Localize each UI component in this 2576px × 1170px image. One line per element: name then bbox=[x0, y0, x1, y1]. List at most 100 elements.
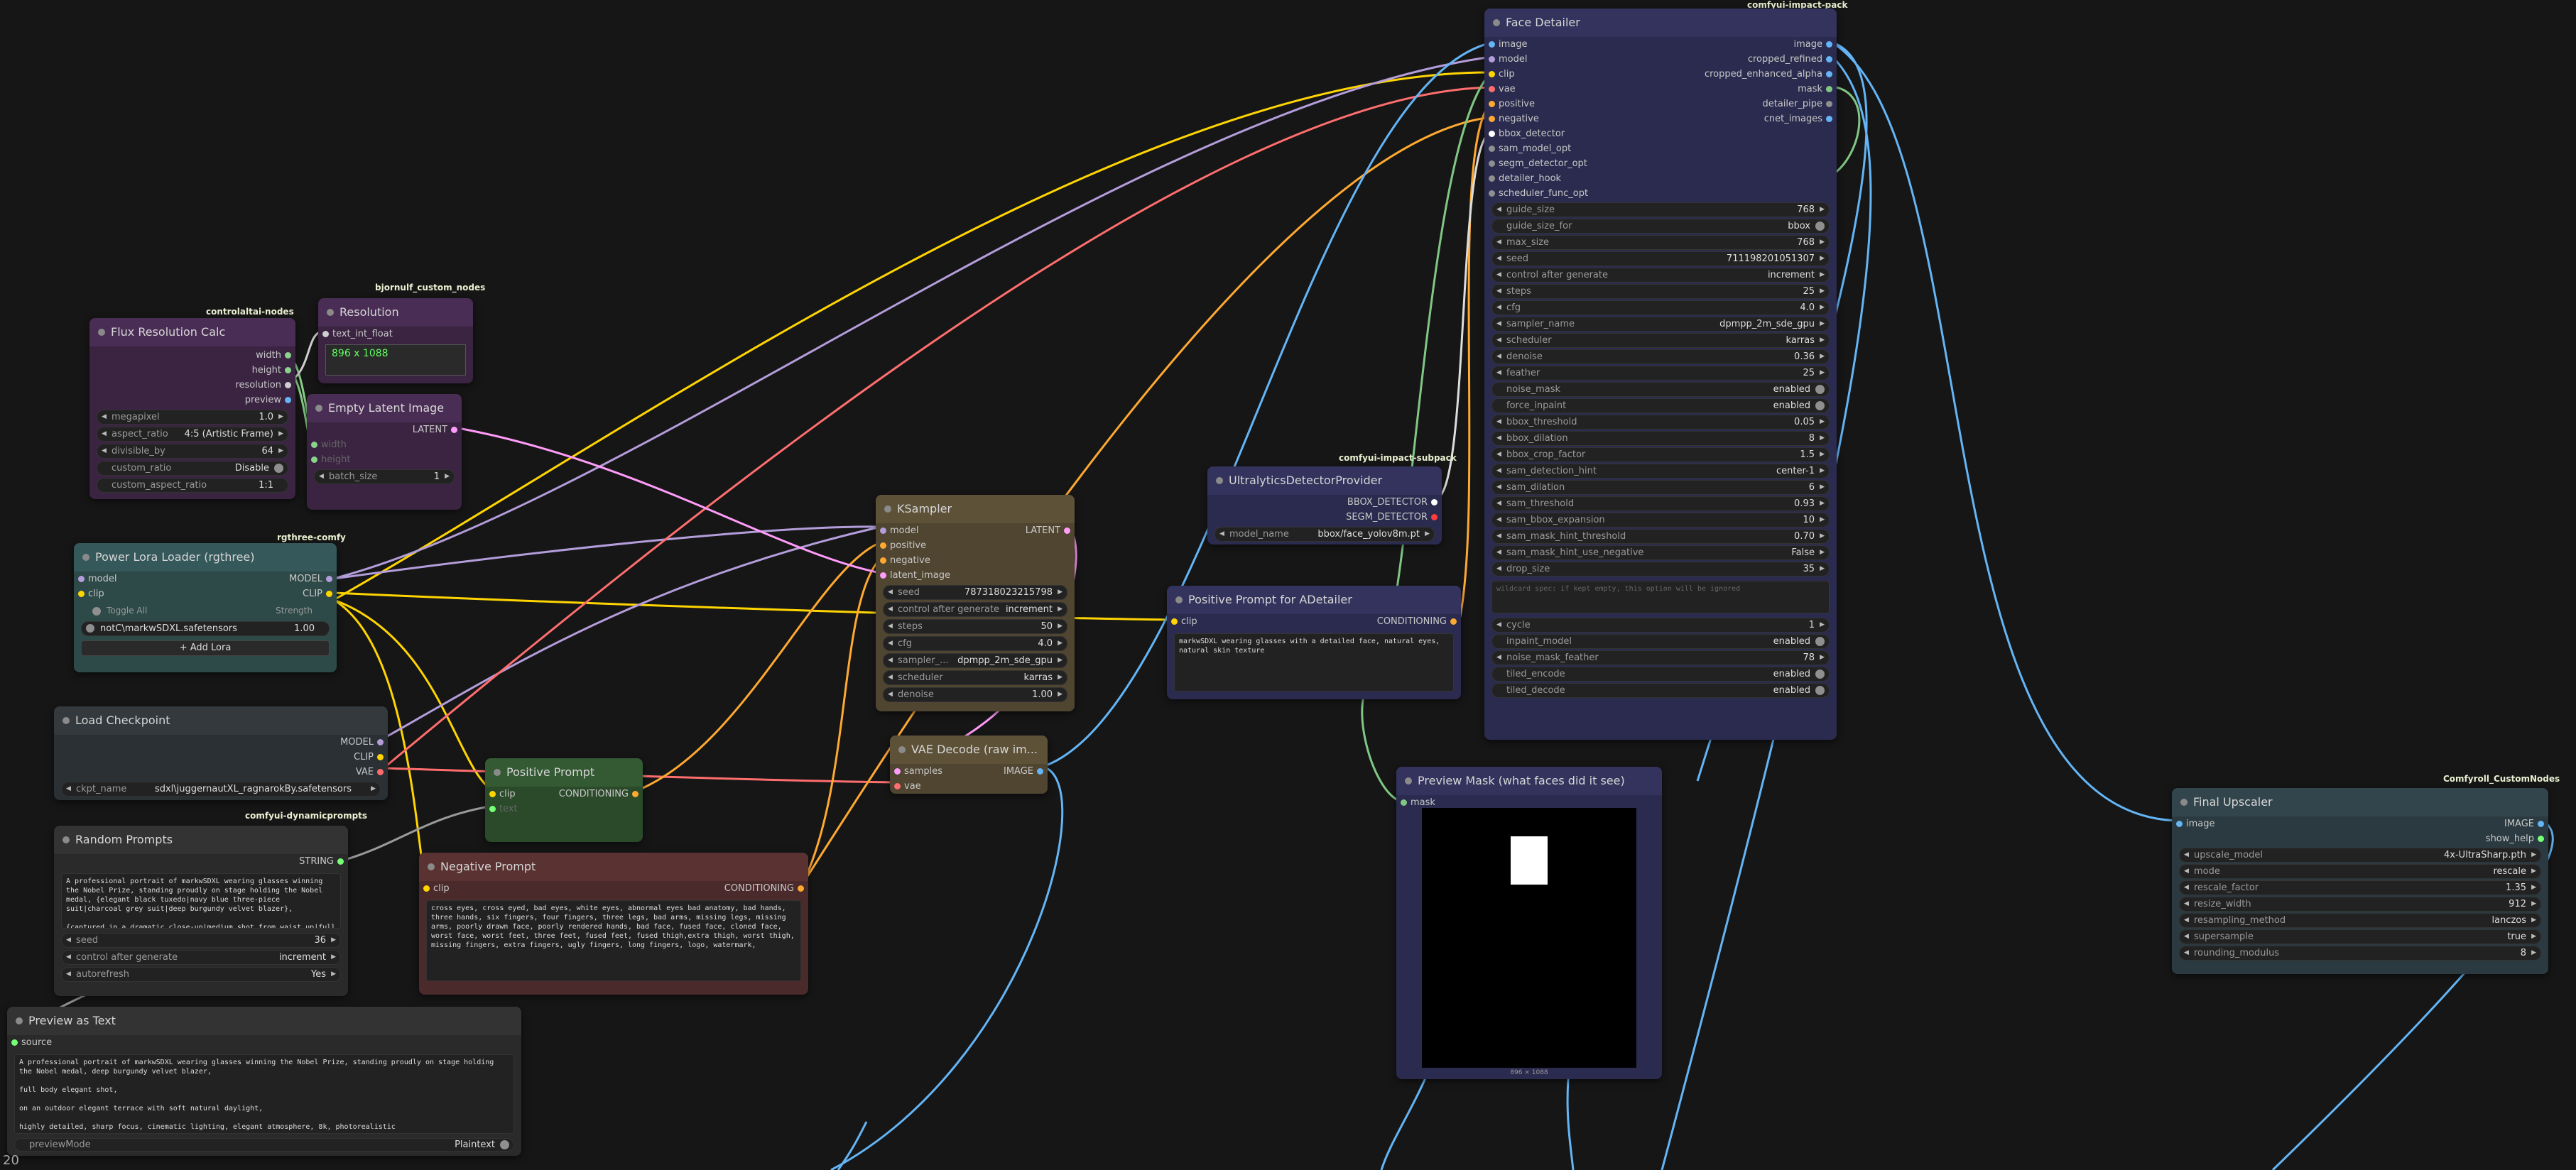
input-width[interactable]: width bbox=[311, 437, 347, 452]
collapse-dot[interactable] bbox=[1405, 777, 1412, 784]
widget-rounding-modulus[interactable]: rounding_modulus 8 bbox=[2179, 946, 2541, 961]
widget-denoise[interactable]: denoise 0.36 bbox=[1491, 349, 1830, 364]
output-vae[interactable]: VAE bbox=[356, 765, 384, 780]
widget-aspect-ratio[interactable]: aspect_ratio4:5 (Artistic Frame) bbox=[97, 427, 288, 442]
collapse-dot[interactable] bbox=[898, 746, 906, 753]
collapse-dot[interactable] bbox=[63, 717, 70, 724]
widget-resampling-method[interactable]: resampling_method lanczos bbox=[2179, 913, 2541, 928]
negative-prompt-text[interactable]: cross eyes, cross eyed, bad eyes, white … bbox=[426, 900, 801, 981]
output-bbox-detector[interactable]: BBOX_DETECTOR bbox=[1347, 495, 1438, 510]
adetailer-prompt-text[interactable]: markwSDXL wearing glasses with a detaile… bbox=[1174, 633, 1454, 691]
input-latent-image[interactable]: latent_image bbox=[879, 568, 950, 583]
output-show-help[interactable]: show_help bbox=[2486, 831, 2545, 846]
input-model[interactable]: model bbox=[879, 523, 918, 538]
toggle-knob[interactable] bbox=[1815, 637, 1825, 646]
node-title[interactable]: Positive Prompt bbox=[485, 758, 643, 787]
input-segm-detector-opt[interactable]: segm_detector_opt bbox=[1489, 156, 1587, 171]
final-upscaler-node[interactable]: Final Upscaler image IMAGE show_help upsc… bbox=[2172, 788, 2548, 974]
widget-megapixel[interactable]: megapixel1.0 bbox=[97, 410, 288, 425]
widget-sam-mask-hint-use-negative[interactable]: sam_mask_hint_use_negative False bbox=[1491, 545, 1830, 560]
node-title[interactable]: Face Detailer bbox=[1484, 9, 1837, 37]
toggle-knob[interactable] bbox=[274, 464, 283, 473]
widget-inpaint-model[interactable]: inpaint_model enabled bbox=[1491, 634, 1830, 649]
widget-steps[interactable]: steps50 bbox=[883, 619, 1067, 634]
input-source[interactable]: source bbox=[11, 1035, 52, 1050]
widget-seed[interactable]: seed787318023215798 bbox=[883, 585, 1067, 600]
widget-sam-mask-hint-threshold[interactable]: sam_mask_hint_threshold 0.70 bbox=[1491, 529, 1830, 544]
output-model[interactable]: MODEL bbox=[340, 735, 384, 750]
collapse-dot[interactable] bbox=[63, 836, 70, 843]
widget-sam-threshold[interactable]: sam_threshold 0.93 bbox=[1491, 496, 1830, 511]
input-vae[interactable]: vae bbox=[1489, 82, 1516, 97]
input-positive[interactable]: positive bbox=[880, 538, 926, 553]
widget-scheduler[interactable]: schedulerkarras bbox=[883, 670, 1067, 685]
output-string[interactable]: STRING bbox=[299, 854, 344, 869]
preview-mask-node[interactable]: Preview Mask (what faces did it see) mas… bbox=[1396, 767, 1662, 1079]
output-conditioning[interactable]: CONDITIONING bbox=[559, 787, 639, 802]
resolution-node[interactable]: Resolution text_int_float 896 x 1088 bbox=[318, 298, 473, 383]
collapse-dot[interactable] bbox=[315, 405, 322, 412]
widget-seed[interactable]: seed 711198201051307 bbox=[1491, 251, 1830, 266]
output-model[interactable]: MODEL bbox=[289, 572, 332, 586]
input-image[interactable]: image bbox=[2176, 816, 2215, 831]
widget-control-after-generate[interactable]: control after generateincrement bbox=[1491, 268, 1830, 283]
preview-as-text-node[interactable]: Preview as Text source A professional po… bbox=[7, 1007, 521, 1156]
widget-scheduler[interactable]: schedulerkarras bbox=[1491, 333, 1830, 348]
widget-force-inpaint[interactable]: force_inpaint enabled bbox=[1491, 398, 1830, 413]
input-text-int-float[interactable]: text_int_float bbox=[322, 327, 393, 341]
widget-upscale-model[interactable]: upscale_model 4x-UltraSharp.pth bbox=[2179, 848, 2541, 863]
input-bbox-detector[interactable]: bbox_detector bbox=[1488, 126, 1565, 141]
node-graph-canvas[interactable]: controlaltai-nodes Flux Resolution Calc … bbox=[0, 0, 2576, 1170]
widget-sampler-name[interactable]: sampler_name dpmpp_2m_sde_gpu bbox=[1491, 317, 1830, 332]
node-title[interactable]: UltralyticsDetectorProvider bbox=[1207, 466, 1442, 495]
widget-batch-size[interactable]: batch_size1 bbox=[314, 469, 455, 484]
output-image[interactable]: IMAGE bbox=[1004, 764, 1044, 779]
output-height[interactable]: height bbox=[252, 363, 292, 378]
negative-prompt-node[interactable]: Negative Prompt clip CONDITIONING cross e… bbox=[419, 853, 808, 995]
widget-steps[interactable]: steps 25 bbox=[1491, 284, 1830, 299]
widget-cfg[interactable]: cfg4.0 bbox=[883, 636, 1067, 651]
lora-strength-value[interactable]: 1.00 bbox=[294, 622, 315, 635]
lora-entry-row[interactable]: notC\markwSDXL.safetensors 1.00 bbox=[81, 621, 330, 636]
ksampler-node[interactable]: KSampler model LATENT positive negative l… bbox=[876, 495, 1075, 711]
output-clip[interactable]: CLIP bbox=[354, 750, 384, 765]
widget-supersample[interactable]: supersample true bbox=[2179, 929, 2541, 944]
output-image[interactable]: IMAGE bbox=[2504, 816, 2545, 831]
input-text[interactable]: text bbox=[489, 802, 518, 816]
collapse-dot[interactable] bbox=[1216, 477, 1223, 484]
node-title[interactable]: KSampler bbox=[876, 495, 1075, 523]
collapse-dot[interactable] bbox=[428, 863, 435, 870]
node-title[interactable]: Random Prompts bbox=[54, 826, 348, 854]
widget-sampler-name[interactable]: sampler_...dpmpp_2m_sde_gpu bbox=[883, 653, 1067, 668]
widget-ckpt-name[interactable]: ckpt_namesdxl\juggernautXL_ragnarokBy.sa… bbox=[61, 782, 381, 797]
input-image[interactable]: image bbox=[1489, 37, 1528, 52]
widget-bbox-threshold[interactable]: bbox_threshold 0.05 bbox=[1491, 415, 1830, 430]
output-latent[interactable]: LATENT bbox=[1026, 523, 1071, 538]
output-latent[interactable]: LATENT bbox=[413, 422, 458, 437]
random-prompt-text[interactable]: A professional portrait of markwSDXL wea… bbox=[61, 873, 341, 929]
input-clip[interactable]: clip bbox=[78, 586, 104, 601]
input-samples[interactable]: samples bbox=[893, 764, 942, 779]
input-model[interactable]: model bbox=[77, 572, 116, 586]
output-resolution[interactable]: resolution bbox=[235, 378, 291, 393]
input-clip[interactable]: clip bbox=[489, 787, 516, 802]
face-detailer-node[interactable]: Face Detailer image image model cropped_ref… bbox=[1484, 9, 1837, 740]
node-title[interactable]: Load Checkpoint bbox=[54, 706, 388, 735]
input-negative[interactable]: negative bbox=[1489, 111, 1539, 126]
widget-noise-mask[interactable]: noise_mask enabled bbox=[1491, 382, 1830, 397]
widget-guide-size[interactable]: guide_size 768 bbox=[1491, 202, 1830, 217]
widget-divisible-by[interactable]: divisible_by64 bbox=[97, 444, 288, 459]
widget-bbox-dilation[interactable]: bbox_dilation 8 bbox=[1491, 431, 1830, 446]
input-height[interactable]: height bbox=[310, 452, 350, 467]
widget-custom-aspect-ratio[interactable]: custom_aspect_ratio 1:1 bbox=[97, 478, 288, 493]
collapse-dot[interactable] bbox=[1493, 19, 1500, 26]
output-cropped-enhanced-alpha[interactable]: cropped_enhanced_alpha bbox=[1705, 67, 1833, 82]
collapse-dot[interactable] bbox=[2180, 799, 2188, 806]
flux-resolution-calc-node[interactable]: Flux Resolution Calc width height resolu… bbox=[89, 318, 295, 499]
widget-control-after-generate[interactable]: control after generateincrement bbox=[61, 950, 341, 965]
node-title[interactable]: Preview as Text bbox=[7, 1007, 521, 1035]
toggle-knob[interactable] bbox=[1815, 686, 1825, 695]
widget-drop-size[interactable]: drop_size 35 bbox=[1491, 562, 1830, 576]
output-cnet-images[interactable]: cnet_images bbox=[1764, 111, 1833, 126]
widget-seed[interactable]: seed36 bbox=[61, 933, 341, 948]
